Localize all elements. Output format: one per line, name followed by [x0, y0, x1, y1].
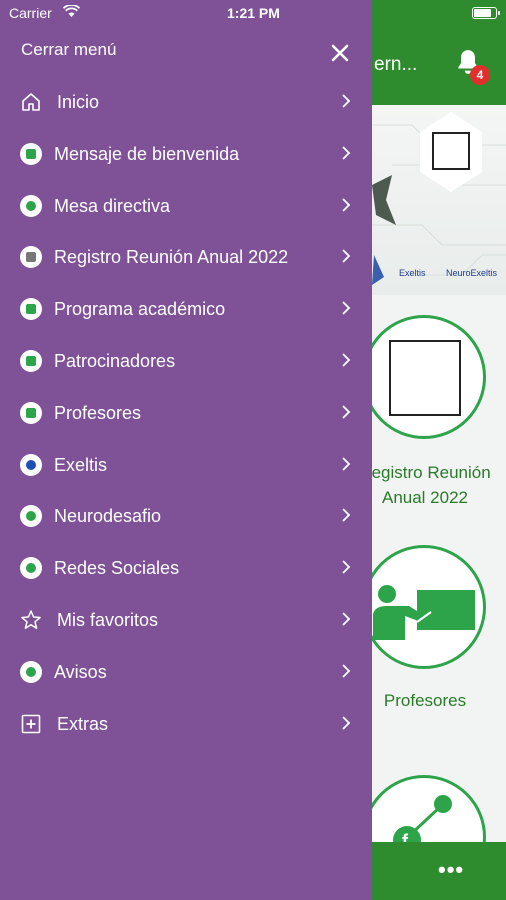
chevron-right-icon: [342, 560, 351, 574]
side-drawer: Cerrar menú Inicio Mensaje de bienvenida…: [0, 0, 372, 900]
welcome-message-icon: [20, 142, 42, 165]
menu-label: Avisos: [54, 661, 107, 682]
carrier-label: Carrier: [9, 5, 52, 21]
social-icon: [20, 557, 42, 580]
chevron-right-icon: [342, 715, 351, 730]
sponsors-icon: [20, 349, 42, 372]
chevron-right-icon: [342, 197, 351, 212]
notification-badge: 4: [470, 65, 490, 85]
chevron-right-icon: [342, 353, 351, 367]
chevron-right-icon: [342, 146, 351, 160]
home-icon: [22, 93, 40, 111]
menu-item-programa[interactable]: Programa académico: [0, 283, 372, 335]
chevron-right-icon: [342, 94, 351, 108]
menu-label: Patrocinadores: [54, 350, 176, 371]
chevron-right-icon: [342, 456, 351, 471]
menu-item-neurodesafio[interactable]: Neurodesafio: [0, 490, 372, 542]
menu-label: Extras: [57, 713, 109, 734]
status-bar: Carrier 1:21 PM: [0, 0, 506, 28]
menu-label: Inicio: [57, 92, 100, 112]
teachers-card-icon[interactable]: [362, 545, 486, 669]
chevron-right-icon: [342, 508, 351, 523]
menu-item-mis-favoritos[interactable]: Mis favoritos: [0, 594, 372, 646]
chevron-right-icon: [342, 664, 351, 678]
registration-icon: [20, 246, 42, 269]
menu-item-registro[interactable]: Registro Reunión Anual 2022: [0, 231, 372, 283]
menu-label: Mensaje de bienvenida: [54, 143, 240, 164]
plus-square-icon: [21, 714, 41, 733]
battery-icon: [472, 7, 500, 19]
menu-item-exeltis[interactable]: Exeltis: [0, 439, 372, 491]
menu-label: Neurodesafio: [54, 506, 162, 527]
menu-label: Exeltis: [54, 454, 108, 475]
menu-item-mesa-directiva[interactable]: Mesa directiva: [0, 180, 372, 232]
menu-item-redes-sociales[interactable]: Redes Sociales: [0, 542, 372, 594]
more-button[interactable]: •••: [438, 857, 464, 883]
menu-item-patrocinadores[interactable]: Patrocinadores: [0, 335, 372, 387]
menu-item-extras[interactable]: Extras: [0, 698, 372, 750]
close-icon[interactable]: [324, 37, 356, 69]
menu-item-avisos[interactable]: Avisos: [0, 646, 372, 698]
battery-level: [474, 9, 492, 17]
menu-label: Mesa directiva: [54, 195, 171, 216]
chevron-right-icon: [342, 612, 351, 626]
menu-label: Mis favoritos: [57, 609, 159, 630]
menu-label: Profesores: [54, 402, 142, 423]
chevron-right-icon: [342, 249, 351, 264]
menu-item-mensaje-bienvenida[interactable]: Mensaje de bienvenida: [0, 128, 372, 180]
board-icon: [20, 194, 42, 217]
app-title: ern...: [374, 54, 418, 75]
menu-label: Redes Sociales: [54, 558, 180, 579]
menu-item-profesores[interactable]: Profesores: [0, 387, 372, 439]
menu-label: Programa académico: [54, 299, 226, 320]
clock: 1:21 PM: [227, 5, 280, 21]
brain-icon: [20, 505, 42, 528]
teachers-icon: [20, 401, 42, 424]
notices-icon: [20, 660, 42, 683]
menu-item-inicio[interactable]: Inicio: [0, 76, 372, 128]
star-icon: [21, 610, 41, 629]
exeltis-icon: [20, 453, 42, 476]
sponsor-logo-exeltis: Exeltis: [399, 268, 426, 278]
sponsor-logo-neuroexeltis: NeuroExeltis: [446, 268, 498, 278]
program-icon: [20, 298, 42, 321]
registration-card-icon[interactable]: [362, 315, 486, 439]
drawer-title[interactable]: Cerrar menú: [21, 40, 116, 60]
drawer-menu: Inicio Mensaje de bienvenida Mesa direct…: [0, 76, 372, 749]
chevron-right-icon: [342, 405, 351, 419]
chevron-right-icon: [342, 301, 351, 315]
wifi-icon: [63, 5, 80, 17]
menu-label: Registro Reunión Anual 2022: [54, 247, 289, 268]
